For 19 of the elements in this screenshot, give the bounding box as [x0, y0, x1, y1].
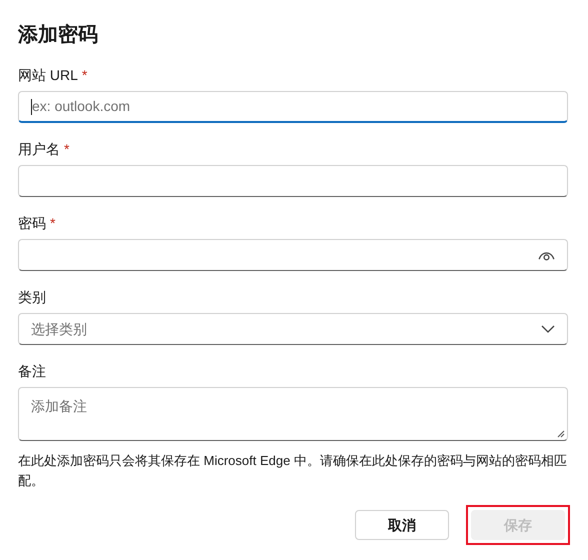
dialog-title: 添加密码: [18, 22, 98, 48]
field-label: 网站 URL: [18, 66, 78, 84]
required-mark: *: [50, 214, 56, 232]
resize-grip-icon[interactable]: [557, 430, 565, 438]
notes-field[interactable]: 添加备注: [18, 387, 568, 441]
category-dropdown[interactable]: 选择类别: [18, 313, 568, 345]
field-label: 用户名: [18, 140, 60, 158]
input-field[interactable]: [18, 165, 568, 197]
eye-icon[interactable]: [538, 250, 555, 260]
field-label: 类别: [18, 288, 46, 306]
required-mark: *: [82, 66, 88, 84]
cancel-button[interactable]: 取消: [355, 510, 449, 540]
password-field[interactable]: [18, 239, 568, 271]
notice-text: 在此处添加密码只会将其保存在 Microsoft Edge 中。请确保在此处保存的密码与网站的密码相匹配。: [18, 452, 568, 490]
field-label: 密码: [18, 214, 46, 232]
chevron-down-icon: [541, 325, 555, 333]
required-mark: *: [64, 140, 70, 158]
field-label: 备注: [18, 362, 46, 380]
input-field[interactable]: ex: outlook.com: [18, 91, 568, 123]
